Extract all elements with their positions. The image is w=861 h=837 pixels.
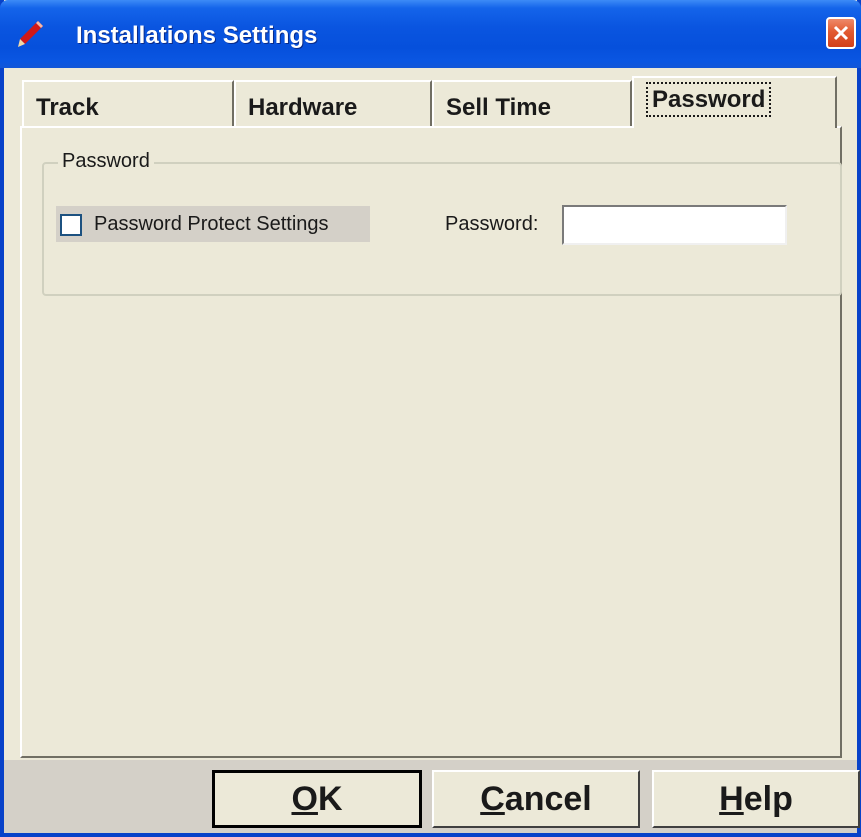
help-button-accel: H xyxy=(719,779,744,818)
password-input[interactable] xyxy=(562,205,787,245)
close-icon xyxy=(833,25,849,41)
help-button[interactable]: Help xyxy=(652,770,860,828)
tab-track-label: Track xyxy=(36,94,99,121)
window-title: Installations Settings xyxy=(76,22,318,49)
ok-button-rest: K xyxy=(317,779,343,818)
tab-password-label: Password xyxy=(646,82,772,117)
ok-button-accel: O xyxy=(291,779,318,818)
tab-track[interactable]: Track xyxy=(22,80,234,128)
tab-sell-time-label: Sell Time xyxy=(446,94,551,121)
tab-sell-time[interactable]: Sell Time xyxy=(432,80,632,128)
cancel-button-rest: ancel xyxy=(504,779,592,818)
tab-hardware[interactable]: Hardware xyxy=(234,80,432,128)
password-label: Password: xyxy=(445,213,539,235)
title-bar[interactable]: Installations Settings xyxy=(0,0,861,68)
tab-hardware-label: Hardware xyxy=(248,94,358,121)
password-group-legend: Password xyxy=(58,150,154,173)
password-protect-checkbox[interactable] xyxy=(60,214,82,236)
tab-password[interactable]: Password xyxy=(632,76,837,128)
cancel-button[interactable]: Cancel xyxy=(432,770,640,828)
password-protect-checkbox-row[interactable]: Password Protect Settings xyxy=(56,206,370,242)
installations-settings-dialog: Installations Settings Track Hardware Se… xyxy=(0,0,861,837)
help-button-rest: elp xyxy=(743,779,793,818)
close-button[interactable] xyxy=(826,17,856,49)
pencil-icon xyxy=(18,21,43,47)
tab-strip: Track Hardware Sell Time Password xyxy=(4,76,857,128)
ok-button[interactable]: OK xyxy=(212,770,422,828)
cancel-button-accel: C xyxy=(480,779,505,818)
password-protect-label: Password Protect Settings xyxy=(94,213,329,235)
